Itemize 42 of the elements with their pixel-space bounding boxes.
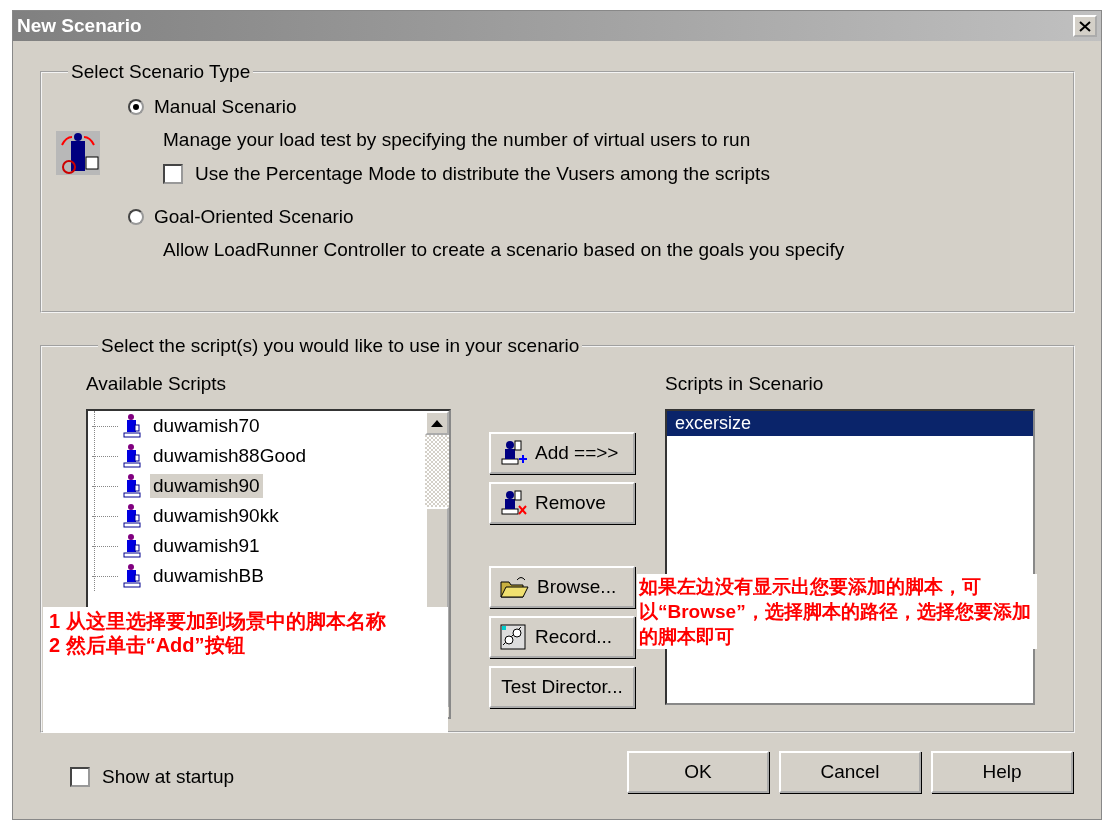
- annotation-text: 如果左边没有显示出您要添加的脚本，可以“Browse”，选择脚本的路径，选择您要添加的脚本即可: [637, 574, 1037, 649]
- cassette-icon: [499, 623, 527, 651]
- scroll-up-button[interactable]: [425, 411, 449, 435]
- tree-item[interactable]: duwamishBB: [150, 564, 267, 588]
- option-description: Manage your load test by specifying the number of virtual users to run: [163, 129, 752, 151]
- tree-item[interactable]: duwamish91: [150, 534, 263, 558]
- close-icon: [1079, 20, 1091, 32]
- option-description: Allow LoadRunner Controller to create a scenario based on the goals you specify: [163, 239, 845, 261]
- radio-button[interactable]: [128, 209, 144, 225]
- checkbox[interactable]: [70, 767, 90, 787]
- action-button[interactable]: Add ==>>: [489, 432, 635, 474]
- radio-button[interactable]: [128, 99, 144, 115]
- annotation-text: 2 然后单击“Add”按钮: [49, 633, 246, 657]
- tree-item[interactable]: duwamish88Good: [150, 444, 310, 468]
- window-title: New Scenario: [17, 15, 142, 37]
- checkbox-label: Use the Percentage Mode to distribute the Vusers among the scripts: [195, 163, 770, 185]
- list-label: Available Scripts: [86, 373, 228, 395]
- group-label: Select Scenario Type: [70, 61, 252, 83]
- radio-label: Manual Scenario: [154, 96, 297, 118]
- tree-item[interactable]: duwamish90kk: [150, 504, 282, 528]
- list-label: Scripts in Scenario: [665, 373, 825, 395]
- action-button[interactable]: Record...: [489, 616, 635, 658]
- radio-label: Goal-Oriented Scenario: [154, 206, 354, 228]
- dialog-button[interactable]: Help: [931, 751, 1073, 793]
- annotation-text: 1 从这里选择要加到场景中的脚本名称: [49, 609, 387, 633]
- dialog-button[interactable]: OK: [627, 751, 769, 793]
- checkbox[interactable]: [163, 164, 183, 184]
- tree-item[interactable]: duwamish90: [150, 474, 263, 498]
- action-button[interactable]: Browse...: [489, 566, 635, 608]
- up-arrow-icon: [431, 419, 443, 427]
- folder-icon: [499, 574, 529, 600]
- add-user-icon: [499, 439, 527, 467]
- action-button[interactable]: Remove: [489, 482, 635, 524]
- remove-user-icon: [499, 489, 527, 517]
- tree-item[interactable]: duwamish70: [150, 414, 263, 438]
- group-label: Select the script(s) you would like to use in your scenario: [100, 335, 581, 357]
- checkbox-label: Show at startup: [102, 766, 235, 788]
- dialog-button[interactable]: Cancel: [779, 751, 921, 793]
- list-item[interactable]: excersize: [667, 411, 1033, 436]
- scenario-type-icon: [56, 131, 100, 175]
- action-button[interactable]: Test Director...: [489, 666, 635, 708]
- close-button[interactable]: [1073, 15, 1097, 37]
